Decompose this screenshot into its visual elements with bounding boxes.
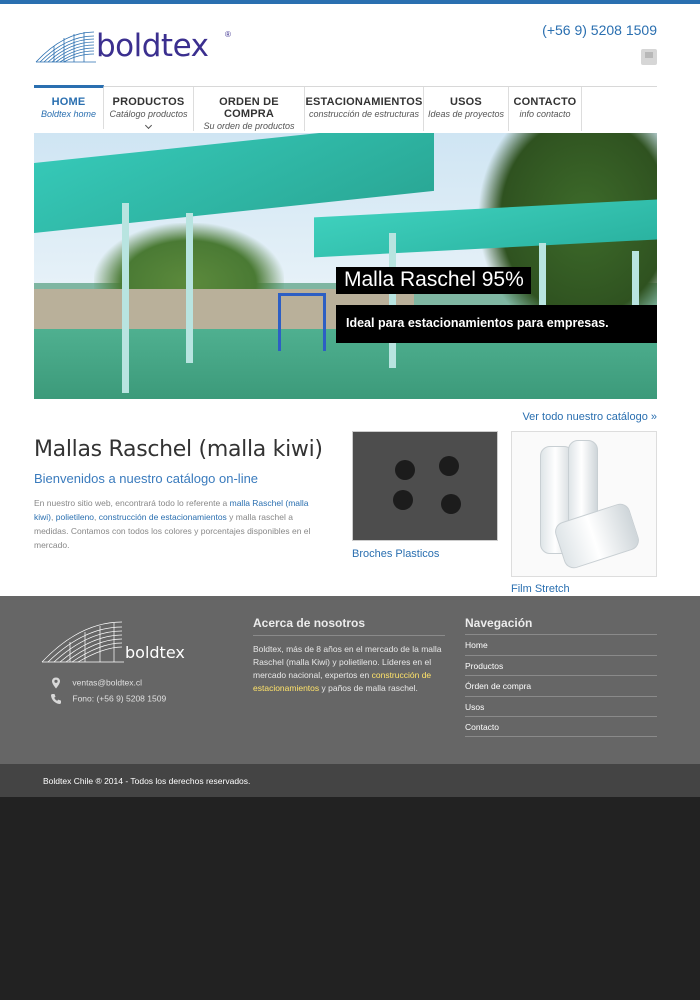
nav-item-productos[interactable]: PRODUCTOS Catálogo productos bbox=[104, 87, 194, 131]
footer-nav-title: Navegación bbox=[465, 616, 533, 630]
page-subtitle: Bienvenidos a nuestro catálogo on-line bbox=[34, 471, 259, 486]
footer-phone-row: Fono: (+56 9) 5208 1509 bbox=[50, 693, 166, 705]
logo-registered-mark: ® bbox=[225, 30, 231, 39]
map-pin-icon bbox=[52, 677, 60, 689]
main-nav: HOME Boldtex home PRODUCTOS Catálogo pro… bbox=[34, 85, 657, 131]
site-footer: boldtex ventas@boldtex.cl Fono: (+56 9) … bbox=[0, 596, 700, 764]
product-clip-shape bbox=[439, 456, 459, 476]
footer-nav-usos[interactable]: Usos bbox=[465, 695, 657, 717]
page-title: Mallas Raschel (malla kiwi) bbox=[34, 437, 323, 462]
catalog-link[interactable]: Ver todo nuestro catálogo » bbox=[522, 411, 657, 423]
divider bbox=[253, 635, 445, 636]
slide-image-pole bbox=[389, 233, 396, 368]
nav-label: PRODUCTOS bbox=[112, 96, 185, 108]
intro-text: En nuestro sitio web, encontrará todo lo… bbox=[34, 498, 230, 508]
site-logo[interactable]: boldtex ® bbox=[34, 26, 234, 68]
product-clip-shape bbox=[395, 460, 415, 480]
slide-image-pole bbox=[122, 203, 129, 393]
footer-email-row: ventas@boldtex.cl bbox=[50, 677, 142, 689]
logo-text: boldtex bbox=[96, 28, 209, 64]
chevron-down-icon bbox=[144, 121, 152, 130]
product-image-film-stretch[interactable] bbox=[511, 431, 657, 577]
youtube-icon[interactable] bbox=[641, 49, 657, 65]
product-clip-shape bbox=[441, 494, 461, 514]
polietileno-link[interactable]: polietileno bbox=[56, 512, 94, 522]
nav-sublabel: Catálogo productos bbox=[109, 109, 188, 119]
slide-caption: Ideal para estacionamientos para empresa… bbox=[336, 305, 657, 343]
nav-label: USOS bbox=[450, 96, 482, 108]
footer-logo-text: boldtex bbox=[125, 643, 185, 662]
main-content: Ver todo nuestro catálogo » Mallas Rasch… bbox=[0, 399, 700, 596]
estacionamientos-link[interactable]: construcción de estacionamientos bbox=[99, 512, 227, 522]
footer-nav-productos[interactable]: Productos bbox=[465, 654, 657, 676]
intro-paragraph: En nuestro sitio web, encontrará todo lo… bbox=[34, 496, 320, 552]
slide-title: Malla Raschel 95% bbox=[336, 267, 531, 294]
product-clip-shape bbox=[393, 490, 413, 510]
bottom-bar: Boldtex Chile ® 2014 - Todos los derecho… bbox=[0, 764, 700, 797]
nav-item-usos[interactable]: USOS Ideas de proyectos bbox=[424, 87, 509, 131]
slide-image-pole bbox=[186, 213, 193, 363]
footer-logo: boldtex bbox=[40, 618, 210, 666]
nav-item-home[interactable]: HOME Boldtex home bbox=[34, 85, 104, 129]
intro-text: , bbox=[51, 512, 54, 522]
nav-item-contacto[interactable]: CONTACTO info contacto bbox=[509, 87, 582, 131]
nav-sublabel: construcción de estructuras bbox=[308, 109, 420, 119]
nav-sublabel: Su orden de productos bbox=[203, 121, 295, 131]
nav-item-orden-de-compra[interactable]: ORDEN DE COMPRA Su orden de productos bbox=[194, 87, 305, 131]
footer-nav-home[interactable]: Home bbox=[465, 634, 657, 655]
about-title: Acerca de nosotros bbox=[253, 616, 366, 630]
product-label[interactable]: Film Stretch bbox=[511, 583, 570, 595]
page-container: boldtex ® (+56 9) 5208 1509 HOME Boldtex… bbox=[0, 4, 700, 797]
footer-nav: Home Productos Órden de compra Usos Cont… bbox=[465, 634, 657, 737]
slide-image-playground bbox=[278, 293, 326, 351]
about-text-part: y paños de malla raschel. bbox=[319, 683, 418, 693]
about-text: Boldtex, más de 8 años en el mercado de … bbox=[253, 643, 445, 695]
nav-sublabel: Ideas de proyectos bbox=[427, 109, 505, 119]
nav-sublabel: info contacto bbox=[519, 109, 571, 119]
footer-email[interactable]: ventas@boldtex.cl bbox=[72, 677, 142, 687]
logo-mark-icon bbox=[35, 31, 96, 63]
product-label[interactable]: Broches Plasticos bbox=[352, 548, 439, 560]
nav-label: HOME bbox=[51, 96, 86, 108]
nav-sublabel: Boldtex home bbox=[40, 109, 97, 119]
phone-icon bbox=[51, 694, 61, 704]
nav-label: CONTACTO bbox=[513, 96, 577, 108]
product-image-broches[interactable] bbox=[352, 431, 498, 541]
header-phone[interactable]: (+56 9) 5208 1509 bbox=[542, 22, 657, 38]
hero-slider[interactable]: Malla Raschel 95% Ideal para estacionami… bbox=[34, 133, 657, 399]
copyright-text: Boldtex Chile ® 2014 - Todos los derecho… bbox=[43, 776, 251, 786]
nav-label: ESTACIONAMIENTOS bbox=[305, 96, 423, 108]
footer-phone: Fono: (+56 9) 5208 1509 bbox=[72, 693, 167, 704]
footer-logo-mark-icon bbox=[41, 621, 124, 663]
footer-nav-orden-de-compra[interactable]: Órden de compra bbox=[465, 675, 657, 696]
nav-label: ORDEN DE COMPRA bbox=[219, 96, 279, 120]
site-header: boldtex ® (+56 9) 5208 1509 bbox=[0, 4, 700, 82]
nav-item-estacionamientos[interactable]: ESTACIONAMIENTOS construcción de estruct… bbox=[305, 87, 424, 131]
footer-nav-contacto[interactable]: Contacto bbox=[465, 716, 657, 737]
